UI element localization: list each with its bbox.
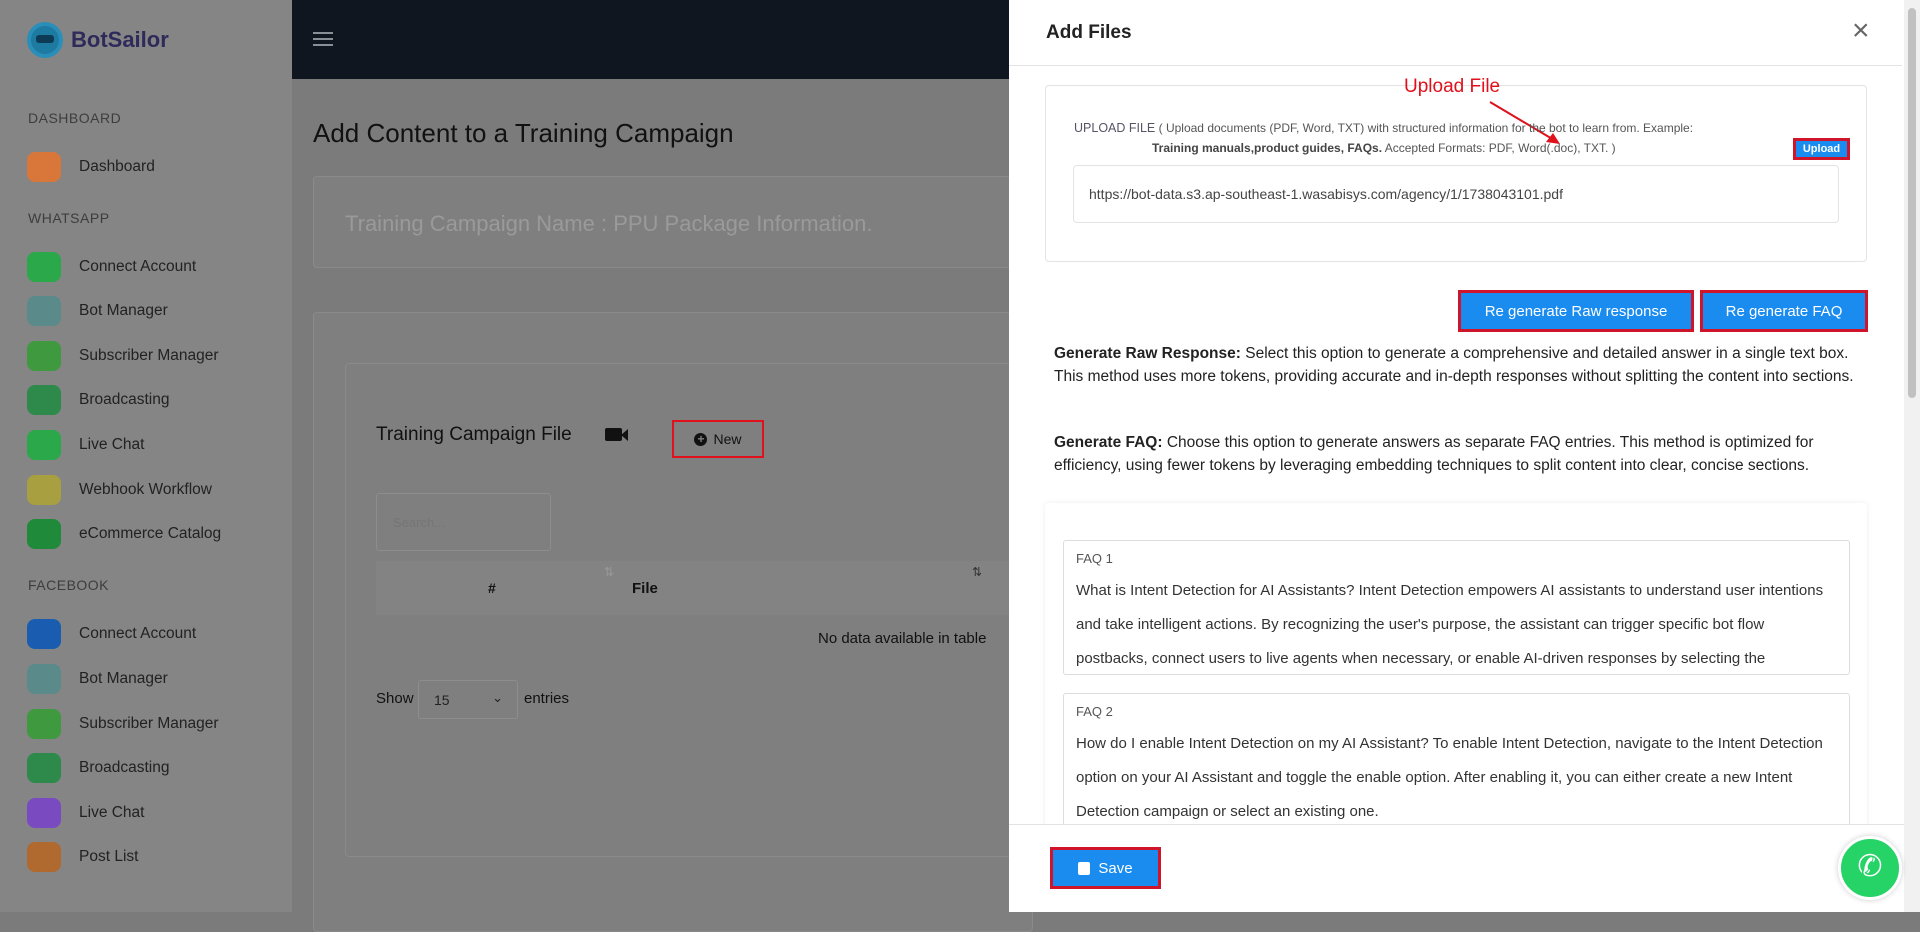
sidebar-item-label: Dashboard (79, 158, 155, 175)
shopping-bag-icon (27, 519, 61, 549)
sidebar-item-label: Live Chat (79, 804, 145, 821)
sidebar-item-webhook-workflow[interactable]: Webhook Workflow (27, 473, 277, 507)
botsailor-logo-icon (27, 22, 63, 58)
bot-icon (27, 664, 61, 694)
page-title: Add Content to a Training Campaign (313, 118, 734, 148)
whatsapp-icon (27, 430, 61, 460)
sort-icon[interactable]: ⇅ (604, 565, 614, 579)
sort-icon[interactable]: ⇅ (972, 565, 982, 579)
top-navbar (292, 0, 1010, 79)
show-label: Show (376, 690, 414, 707)
new-file-button[interactable]: + New (672, 420, 764, 458)
new-label: New (713, 431, 742, 447)
video-camera-icon[interactable] (605, 428, 622, 441)
sidebar-item-subscriber-manager[interactable]: Subscriber Manager (27, 339, 277, 373)
empty-table-message: No data available in table (818, 630, 987, 647)
broadcast-plane-icon (27, 753, 61, 783)
sidebar-item-bot-manager[interactable]: Bot Manager (27, 662, 277, 696)
faq-entry[interactable]: FAQ 1 What is Intent Detection for AI As… (1063, 540, 1850, 675)
sidebar-item-bot-manager[interactable]: Bot Manager (27, 294, 277, 328)
sidebar-item-label: Broadcasting (79, 759, 170, 776)
facebook-icon (27, 619, 61, 649)
modal-title: Add Files (1046, 22, 1132, 43)
sidebar-item-label: Webhook Workflow (79, 481, 212, 498)
sidebar-section-title: DASHBOARD (28, 110, 122, 126)
sidebar-item-label: Post List (79, 848, 139, 865)
sidebar-item-label: eCommerce Catalog (79, 525, 222, 542)
add-files-modal: Add Files × Upload File UPLOAD FILE ( Up… (1009, 0, 1920, 912)
sidebar-item-post-list[interactable]: Post List (27, 840, 277, 874)
faq-entry[interactable]: FAQ 2 How do I enable Intent Detection o… (1063, 693, 1850, 828)
sidebar-item-ecommerce-catalog[interactable]: eCommerce Catalog (27, 517, 277, 551)
subscriber-book-icon (27, 709, 61, 739)
raw-response-description: Generate Raw Response: Select this optio… (1054, 345, 1854, 385)
dashboard-gauge-icon (27, 152, 61, 182)
save-button[interactable]: Save (1050, 847, 1161, 889)
post-list-icon (27, 842, 61, 872)
sidebar-item-label: Bot Manager (79, 670, 168, 687)
sidebar-item-subscriber-manager[interactable]: Subscriber Manager (27, 707, 277, 741)
sidebar-item-dashboard[interactable]: Dashboard (27, 150, 277, 184)
sidebar-item-label: Live Chat (79, 436, 145, 453)
whatsapp-chat-icon[interactable]: ✆ (1838, 836, 1902, 900)
logo[interactable]: BotSailor (27, 22, 169, 58)
entries-select[interactable]: 15 ⌄ (418, 680, 518, 719)
chevron-down-icon: ⌄ (492, 690, 503, 705)
regenerate-raw-response-button[interactable]: Re generate Raw response (1458, 290, 1694, 332)
faq-description: Generate FAQ: Choose this option to gene… (1054, 434, 1814, 474)
sidebar-item-label: Subscriber Manager (79, 715, 219, 732)
regenerate-faq-button[interactable]: Re generate FAQ (1700, 290, 1868, 332)
sidebar-item-label: Connect Account (79, 258, 197, 275)
sidebar-item-connect-account[interactable]: Connect Account (27, 250, 277, 284)
upload-button[interactable]: Upload (1793, 138, 1850, 160)
column-file[interactable]: File (632, 580, 658, 597)
subscriber-book-icon (27, 341, 61, 371)
sidebar-item-connect-account[interactable]: Connect Account (27, 617, 277, 651)
plus-circle-icon: + (694, 432, 708, 446)
table-header: # ⇅ File ⇅ (376, 561, 1016, 615)
brand-name: BotSailor (71, 27, 169, 52)
campaign-name: Training Campaign Name : PPU Package Inf… (345, 211, 873, 236)
upload-card: Upload File UPLOAD FILE ( Upload documen… (1045, 76, 1867, 262)
floppy-disk-icon (1078, 861, 1091, 875)
sidebar-item-live-chat[interactable]: Live Chat (27, 796, 277, 830)
upload-annotation: Upload File (1404, 76, 1501, 97)
sidebar-section-title: FACEBOOK (28, 577, 110, 593)
broadcast-plane-icon (27, 385, 61, 415)
section-title: Training Campaign File (376, 424, 572, 445)
close-icon[interactable]: × (1852, 14, 1870, 48)
sidebar-item-label: Broadcasting (79, 391, 170, 408)
upload-help: ( Upload documents (PDF, Word, TXT) with… (1158, 121, 1694, 135)
hamburger-menu-icon[interactable] (313, 32, 333, 46)
sidebar-item-broadcasting[interactable]: Broadcasting (27, 751, 277, 785)
file-url-input[interactable]: https://bot-data.s3.ap-southeast-1.wasab… (1073, 165, 1839, 223)
column-number[interactable]: # (488, 580, 496, 596)
search-input[interactable] (376, 493, 551, 551)
sidebar-item-label: Bot Manager (79, 302, 168, 319)
entries-label: entries (524, 690, 570, 707)
campaign-name-card: Training Campaign Name : PPU Package Inf… (313, 176, 1033, 268)
sidebar: BotSailor DASHBOARD Dashboard WHATSAPP Conn… (0, 0, 292, 912)
sidebar-item-label: Connect Account (79, 625, 197, 642)
scrollbar[interactable] (1904, 0, 1920, 912)
messenger-icon (27, 798, 61, 828)
modal-header: Add Files × (1009, 0, 1902, 66)
whatsapp-business-icon (27, 252, 61, 282)
sidebar-item-live-chat[interactable]: Live Chat (27, 428, 277, 462)
sidebar-item-label: Subscriber Manager (79, 347, 219, 364)
bot-icon (27, 296, 61, 326)
upload-file-label: UPLOAD FILE (1074, 121, 1156, 135)
webhook-icon (27, 475, 61, 505)
sidebar-item-broadcasting[interactable]: Broadcasting (27, 383, 277, 417)
sidebar-section-title: WHATSAPP (28, 210, 110, 226)
